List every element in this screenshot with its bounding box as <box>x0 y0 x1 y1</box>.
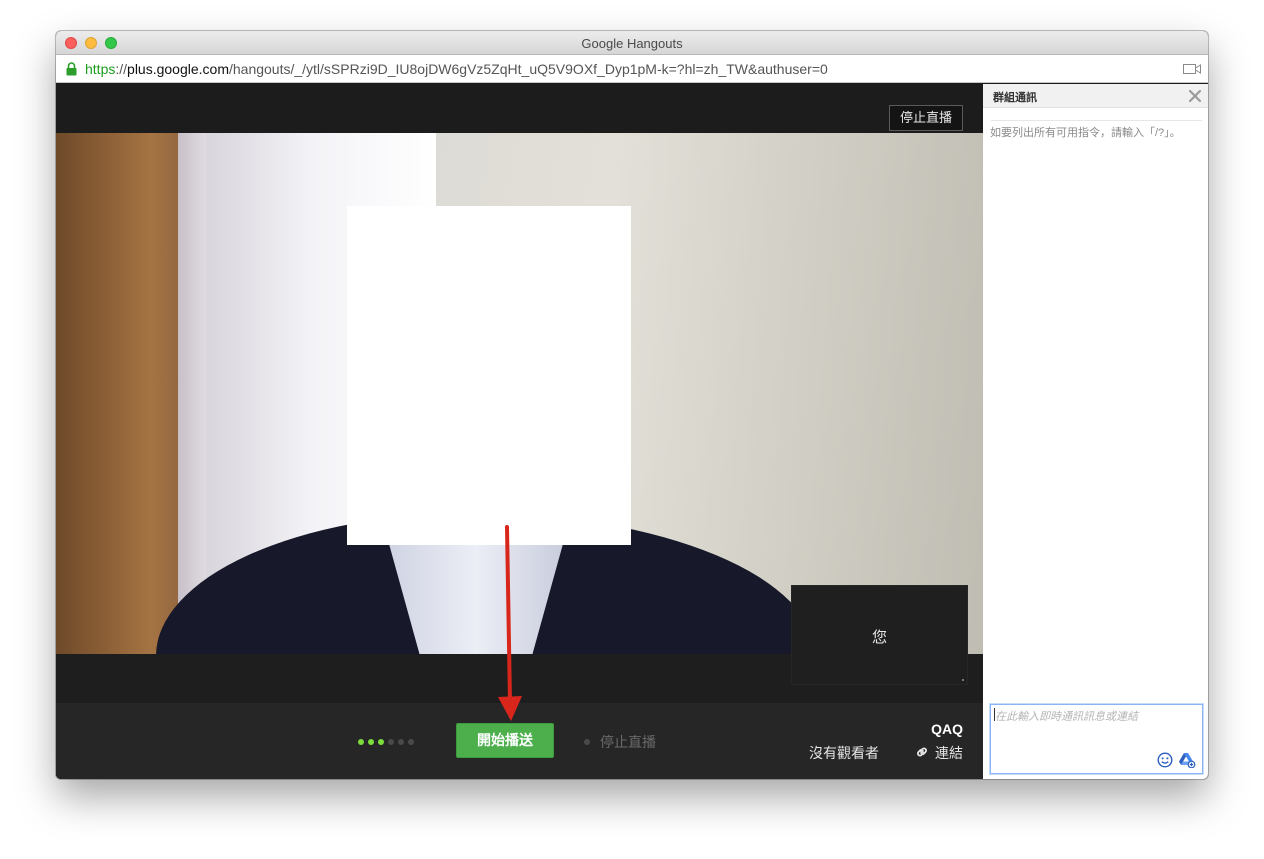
window-title: Google Hangouts <box>581 36 683 51</box>
progress-dot-active <box>378 739 384 745</box>
self-participant-tile[interactable]: 您 <box>791 585 968 685</box>
url-scheme: https <box>85 61 116 77</box>
self-tile-label: 您 <box>871 629 887 646</box>
progress-dot-active <box>368 739 374 745</box>
stop-live-bottom-label: 停止直播 <box>600 734 656 750</box>
chat-hint-divider <box>991 120 1202 121</box>
chat-header: 群組通訊 <box>983 84 1208 108</box>
chat-title: 群組通訊 <box>993 92 1037 104</box>
progress-dot-inactive <box>388 739 394 745</box>
annotation-arrow <box>498 525 522 721</box>
link-icon <box>917 747 927 757</box>
progress-dot-active <box>358 739 364 745</box>
drive-attach-icon[interactable] <box>1178 752 1196 768</box>
hangouts-window: Google Hangouts https://plus.google.com/… <box>56 31 1208 779</box>
broadcast-stage: 停止直播 您 開始播送 停止直播 QAQ 沒有觀看者 連結 <box>56 84 983 779</box>
event-name: QAQ <box>931 721 963 737</box>
url-text[interactable]: https://plus.google.com/hangouts/_/ytl/s… <box>85 61 828 77</box>
video-door <box>56 133 191 654</box>
chat-message-input[interactable]: 在此輸入即時通訊訊息或連結 <box>990 704 1203 774</box>
self-tile-corner-dot <box>962 679 964 681</box>
hangout-content: 停止直播 您 開始播送 停止直播 QAQ 沒有觀看者 連結 群組通訊 如要列出所… <box>56 84 1208 779</box>
address-bar[interactable]: https://plus.google.com/hangouts/_/ytl/s… <box>56 55 1208 83</box>
link-label: 連結 <box>935 745 963 761</box>
url-host: plus.google.com <box>127 61 229 77</box>
start-broadcast-button[interactable]: 開始播送 <box>456 723 554 758</box>
close-icon[interactable] <box>1188 89 1202 103</box>
title-bar: Google Hangouts <box>56 31 1208 55</box>
progress-dot-inactive <box>398 739 404 745</box>
viewers-count: 沒有觀看者 <box>809 745 879 761</box>
camera-icon[interactable] <box>1183 63 1201 75</box>
lock-icon <box>66 62 77 76</box>
smiley-icon[interactable] <box>1157 752 1173 768</box>
broadcast-info: QAQ 沒有觀看者 連結 <box>763 721 963 765</box>
url-path: /hangouts/_/ytl/sSPRzi9D_IU8ojDW6gVz5ZqH… <box>228 61 828 77</box>
chat-input-placeholder: 在此輸入即時通訊訊息或連結 <box>995 711 1138 723</box>
progress-dot-inactive <box>408 739 414 745</box>
group-chat-panel: 群組通訊 如要列出所有可用指令，請輸入「/?」。 在此輸入即時通訊訊息或連結 <box>983 84 1208 779</box>
stop-live-bullet <box>584 739 590 745</box>
url-separator: :// <box>115 61 128 77</box>
chat-command-hint: 如要列出所有可用指令，請輸入「/?」。 <box>990 127 1181 139</box>
redacted-face-block <box>347 206 631 545</box>
stop-live-top-button[interactable]: 停止直播 <box>889 105 963 131</box>
link-button[interactable]: 連結 <box>915 743 963 761</box>
